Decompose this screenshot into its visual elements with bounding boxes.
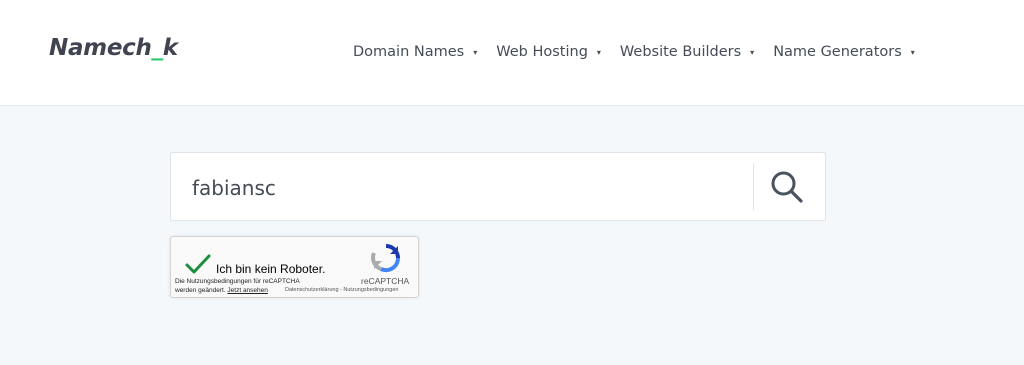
terms-line-2: werden geändert. Jetzt ansehen — [175, 286, 300, 295]
recaptcha-brand: reCAPTCHA — [361, 276, 410, 286]
nav-item-web-hosting[interactable]: Web Hosting ▾ — [496, 44, 601, 60]
recaptcha-terms-notice: Die Nutzungsbedingungen für reCAPTCHA we… — [175, 277, 300, 295]
caret-down-icon: ▾ — [910, 47, 915, 57]
logo-text-part3: k — [162, 35, 178, 61]
search-box — [170, 152, 826, 221]
recaptcha-widget: Ich bin kein Roboter. reCAPTCHA Die Nutz… — [170, 236, 419, 298]
main-nav: Domain Names ▾ Web Hosting ▾ Website Bui… — [353, 42, 934, 62]
nav-item-label: Domain Names — [353, 44, 465, 60]
terms-line-1: Die Nutzungsbedingungen für reCAPTCHA — [175, 278, 300, 285]
nav-item-label: Website Builders — [619, 44, 742, 60]
terms-line-2-text: werden geändert. — [175, 287, 226, 294]
checkmark-icon[interactable] — [185, 253, 211, 275]
caret-down-icon: ▾ — [596, 47, 601, 57]
caret-down-icon: ▾ — [473, 47, 478, 57]
nav-item-name-generators[interactable]: Name Generators ▾ — [773, 44, 915, 60]
logo-text-part1: Namech — [49, 35, 152, 61]
recaptcha-logo-icon — [371, 244, 401, 273]
recaptcha-label: Ich bin kein Roboter. — [216, 262, 326, 276]
nav-item-label: Web Hosting — [496, 44, 588, 60]
nav-item-domain-names[interactable]: Domain Names ▾ — [353, 44, 477, 60]
nav-item-label: Name Generators — [773, 44, 902, 60]
privacy-link[interactable]: Datenschutzerklärung — [285, 287, 339, 293]
search-icon — [771, 171, 803, 203]
nav-item-website-builders[interactable]: Website Builders ▾ — [620, 44, 754, 60]
terms-view-link[interactable]: Jetzt ansehen — [227, 287, 267, 294]
caret-down-icon: ▾ — [750, 47, 755, 57]
search-button[interactable] — [767, 167, 807, 207]
recaptcha-privacy-links: Datenschutzerklärung - Nutzungsbedingung… — [285, 287, 398, 293]
search-divider — [753, 163, 754, 210]
terms-link[interactable]: Nutzungsbedingungen — [343, 287, 398, 293]
logo-underscore: _ — [151, 35, 164, 61]
search-input[interactable] — [192, 174, 732, 202]
site-logo[interactable]: Namech_k — [49, 35, 178, 61]
site-header: Namech_k Domain Names ▾ Web Hosting ▾ We… — [0, 0, 1024, 106]
